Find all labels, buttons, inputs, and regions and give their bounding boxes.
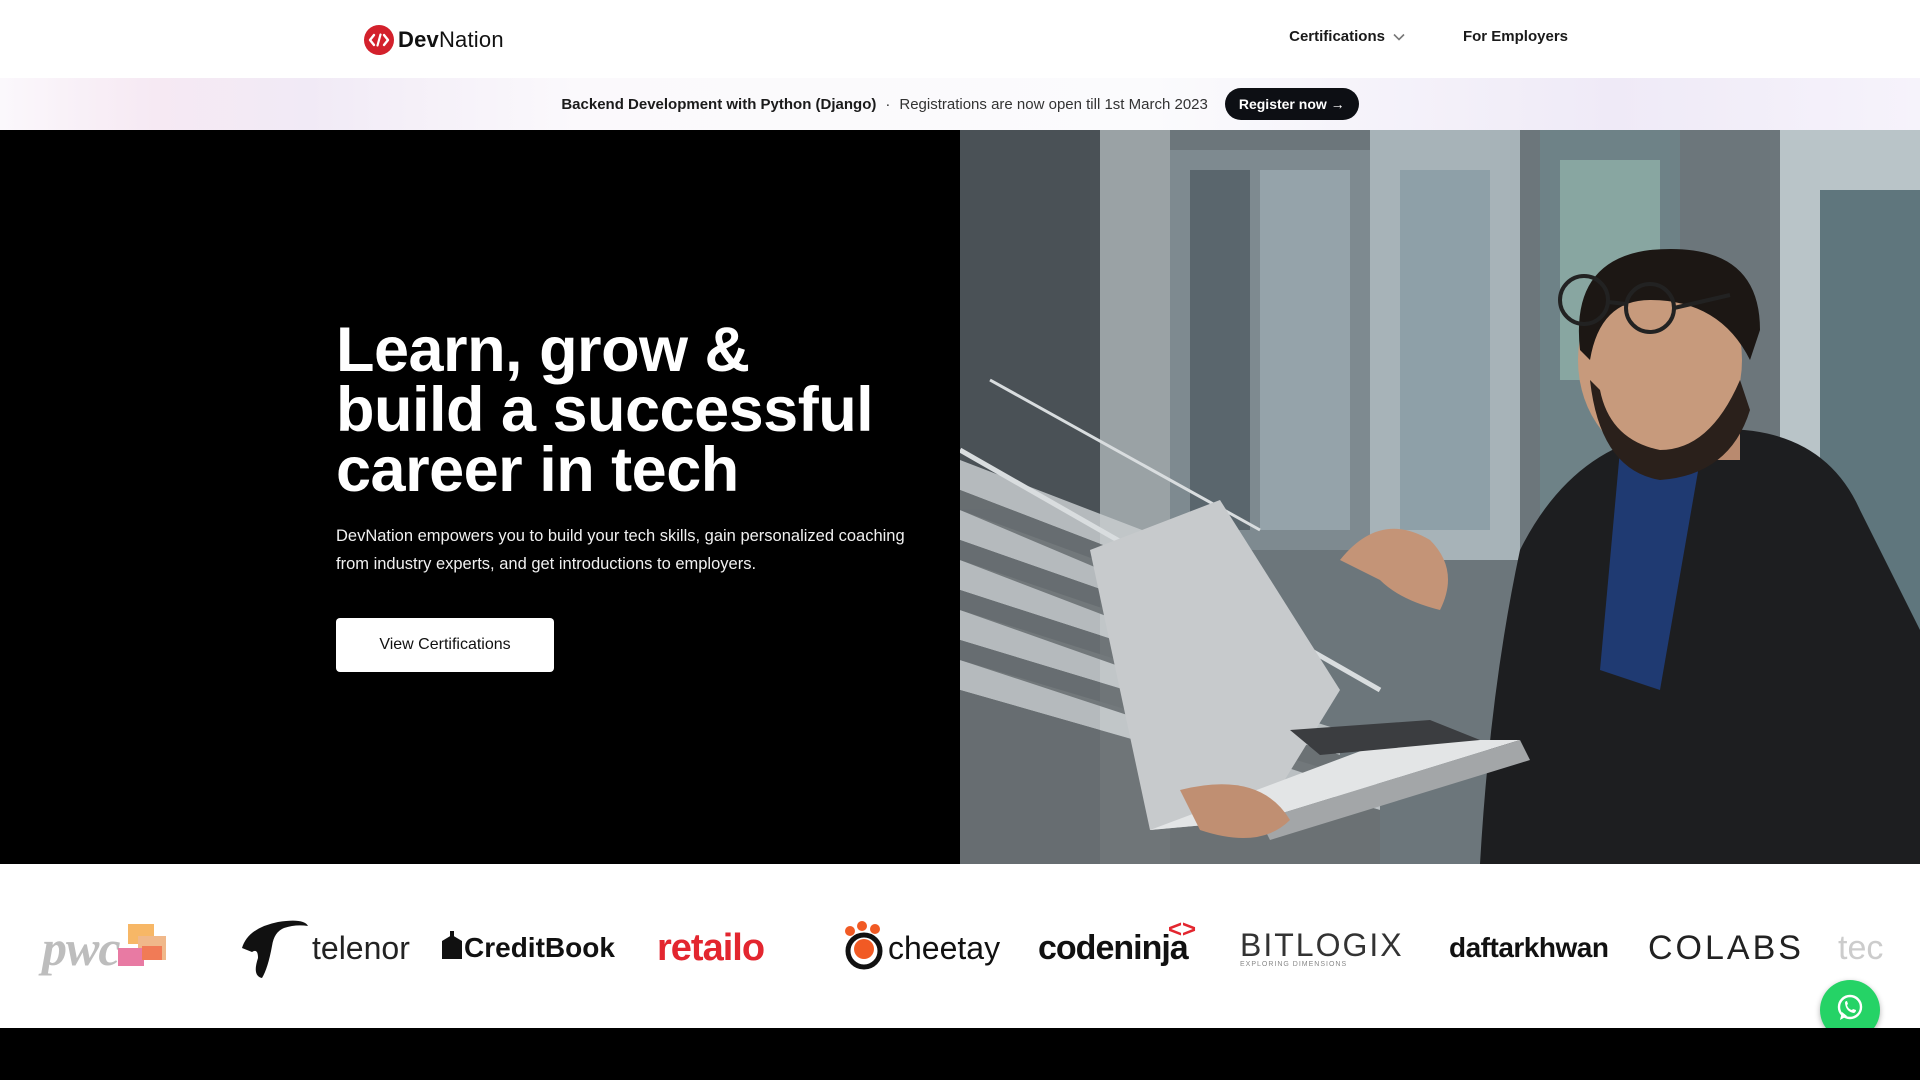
partner-name: daftarkhwan	[1449, 932, 1609, 963]
partner-name: pwc	[42, 920, 121, 976]
partner-logo-colabs: COLABS	[1648, 924, 1804, 972]
hero-title-line-2: build a successful	[336, 375, 874, 445]
partner-name: COLABS	[1648, 928, 1804, 967]
partner-logos-strip: pwc telenor CreditBook retailo cheetay c…	[0, 864, 1920, 1028]
hero-section: Learn, grow & build a successful career …	[0, 130, 1920, 864]
telenor-mark-icon	[238, 912, 310, 985]
whatsapp-icon	[1835, 993, 1865, 1028]
announcement-title: Backend Development with Python (Django)	[561, 95, 877, 113]
partner-logo-retailo: retailo	[657, 924, 765, 972]
pwc-blocks-icon	[114, 924, 166, 972]
nav-certifications-label: Certifications	[1289, 28, 1385, 45]
partner-logo-codeninja: codeninja <>	[1038, 916, 1196, 972]
nav-links: Certifications For Employers	[1289, 28, 1568, 45]
logo-text: DevNation	[398, 27, 504, 52]
partner-name: retailo	[657, 926, 765, 969]
nav-for-employers-label: For Employers	[1462, 28, 1568, 45]
chevron-down-icon	[1393, 28, 1405, 45]
partner-name: codeninja	[1038, 928, 1189, 967]
book-icon	[440, 930, 464, 966]
hero-title-line-1: Learn, grow &	[336, 315, 750, 385]
partner-logo-cheetay: cheetay	[842, 920, 1001, 972]
partner-name: cheetay	[888, 929, 1001, 966]
top-navbar: DevNation Certifications For Employers	[0, 0, 1920, 78]
hero-description: DevNation empowers you to build your tec…	[336, 527, 905, 573]
paw-icon	[842, 920, 886, 976]
partner-name: BITLOGIX	[1240, 926, 1404, 963]
partner-logo-pwc: pwc	[42, 920, 166, 976]
partner-logo-creditbook: CreditBook	[440, 924, 615, 972]
partner-logo-telenor: telenor	[238, 920, 410, 978]
devnation-logo[interactable]: DevNation	[364, 24, 504, 56]
code-brackets-icon	[364, 25, 394, 55]
partner-tagline: EXPLORING DIMENSIONS	[1240, 960, 1348, 968]
hero-text-panel: Learn, grow & build a successful career …	[0, 130, 960, 864]
announcement-text: Registrations are now open till 1st Marc…	[899, 95, 1208, 113]
man-with-laptop-photo	[960, 130, 1920, 864]
announcement-separator: ·	[885, 95, 891, 113]
register-now-button[interactable]: Register now →	[1224, 88, 1359, 120]
partner-logo-daftarkhwan: daftarkhwan	[1449, 924, 1609, 972]
partner-name: telenor	[312, 929, 410, 966]
nav-for-employers[interactable]: For Employers	[1463, 28, 1568, 45]
partner-name: CreditBook	[464, 932, 615, 963]
view-certifications-button[interactable]: View Certifications	[336, 618, 554, 672]
announcement-bar: Backend Development with Python (Django)…	[0, 78, 1920, 130]
chevrons-icon: <>	[1168, 916, 1197, 943]
nav-certifications[interactable]: Certifications	[1289, 28, 1405, 45]
partner-logo-tec: tec	[1838, 924, 1920, 972]
footer-band	[0, 1028, 1920, 1080]
partner-logo-bitlogix: BITLOGIX EXPLORING DIMENSIONS	[1240, 924, 1404, 972]
hero-title: Learn, grow & build a successful career …	[336, 315, 936, 505]
hero-title-line-3: career in tech	[336, 435, 739, 505]
partner-name: tec	[1838, 928, 1884, 967]
